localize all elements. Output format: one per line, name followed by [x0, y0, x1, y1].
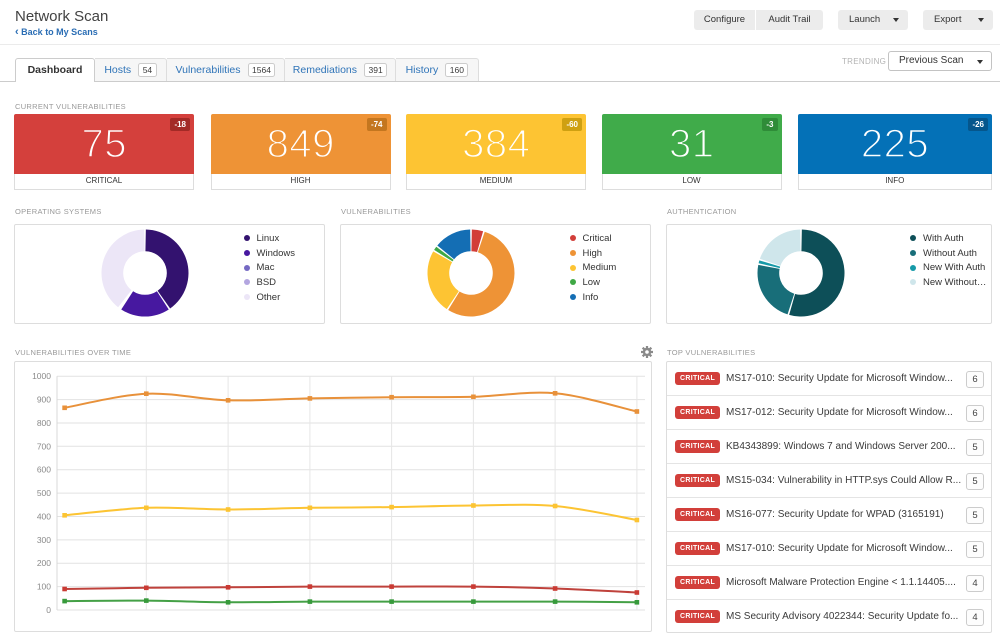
- svg-text:600: 600: [37, 465, 51, 475]
- svg-text:1000: 1000: [32, 371, 51, 381]
- svg-text:100: 100: [37, 582, 51, 592]
- svg-text:500: 500: [37, 488, 51, 498]
- svg-text:400: 400: [37, 512, 51, 522]
- svg-text:800: 800: [37, 418, 51, 428]
- svg-text:900: 900: [37, 395, 51, 405]
- svg-text:300: 300: [37, 535, 51, 545]
- svg-text:0: 0: [46, 605, 51, 615]
- svg-text:200: 200: [37, 558, 51, 568]
- svg-text:700: 700: [37, 441, 51, 451]
